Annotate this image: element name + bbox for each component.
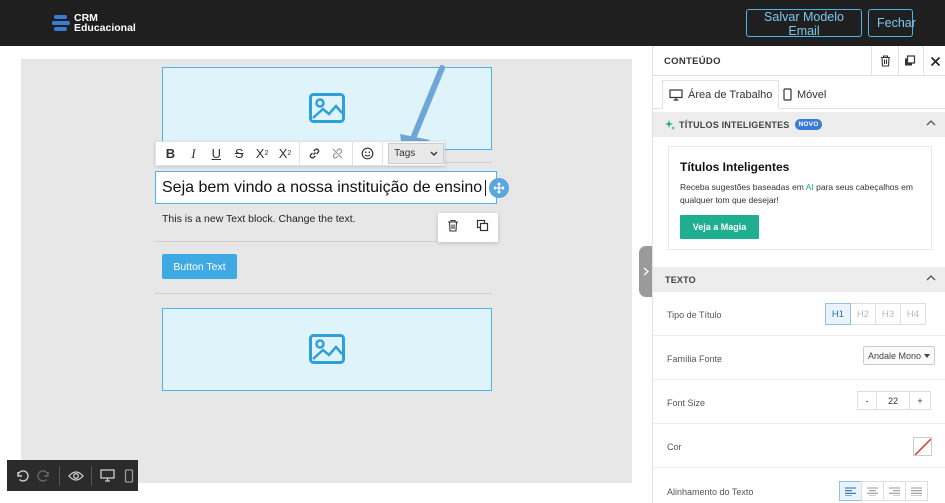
font-size-input[interactable]: 22 [876,391,910,410]
text-align-row: Alinhamento do Texto [653,468,945,503]
text-align-label: Alinhamento do Texto [667,487,754,497]
heading-block[interactable]: Seja bem vindo a nossa instituição de en… [155,171,497,204]
properties-panel: CONTEÚDO Área de Trabalho Móvel TÍTULOS … [652,46,945,503]
smart-titles-card: Títulos Inteligentes Receba sugestões ba… [668,146,932,250]
redo-icon[interactable] [35,466,54,486]
color-label: Cor [667,442,682,452]
font-size-stepper: - 22 + [857,391,931,410]
sparkle-icon [665,119,675,130]
heading-type-h2[interactable]: H2 [850,303,876,325]
chevron-down-icon [430,151,438,156]
mobile-icon [783,88,792,101]
heading-type-label: Tipo de Título [667,310,722,320]
heading-type-row: Tipo de Título H1 H2 H3 H4 [653,292,945,336]
font-size-label: Font Size [667,398,706,408]
unlink-icon[interactable] [326,142,349,165]
bottom-toolbar [7,460,138,491]
align-left-icon[interactable] [839,481,862,501]
paragraph-text[interactable]: This is a new Text block. Change the tex… [162,213,356,225]
font-family-value: Andale Mono [868,350,922,361]
tab-mobile[interactable]: Móvel [777,80,832,109]
heading-type-selector: H1 H2 H3 H4 [825,303,926,325]
text-cursor [485,179,487,196]
heading-type-h4[interactable]: H4 [900,303,926,325]
delete-block-icon[interactable] [447,219,459,237]
block-actions-popover [438,213,498,242]
align-right-icon[interactable] [883,481,906,501]
bold-icon[interactable]: B [159,142,182,165]
close-panel-icon[interactable] [927,53,943,69]
duplicate-block-icon[interactable] [476,219,489,237]
chevron-up-icon [926,120,936,126]
duplicate-icon[interactable] [902,53,918,69]
close-button[interactable]: Fechar [868,9,916,37]
font-size-row: Font Size - 22 + [653,380,945,424]
text-align-selector [839,481,928,501]
tags-label: Tags [394,148,416,159]
smart-titles-section-header[interactable]: TÍTULOS INTELIGENTES NOVO [653,112,945,137]
align-justify-icon[interactable] [905,481,928,501]
email-cta-button[interactable]: Button Text [162,254,237,279]
underline-icon[interactable]: U [205,142,228,165]
heading-text[interactable]: Seja bem vindo a nossa instituição de en… [162,179,482,196]
move-handle-icon[interactable] [489,178,509,198]
text-section-header[interactable]: TEXTO [653,267,945,292]
tab-desktop-label: Área de Trabalho [688,88,773,101]
mobile-view-icon[interactable] [119,466,138,486]
font-family-dropdown[interactable]: Andale Mono [863,346,936,365]
save-template-button[interactable]: Salvar Modelo Email [746,9,862,38]
panel-title: CONTEÚDO [664,56,721,67]
emoji-icon[interactable] [356,142,379,165]
preview-eye-icon[interactable] [66,466,85,486]
no-color-icon [914,438,931,455]
view-tabs: Área de Trabalho Móvel [653,76,945,109]
italic-icon[interactable]: I [182,142,205,165]
undo-icon[interactable] [13,466,32,486]
divider [155,293,492,294]
image-placeholder-icon [309,334,345,364]
image-block-bottom[interactable] [162,308,492,391]
email-canvas [21,59,632,483]
new-badge: NOVO [794,119,823,130]
text-format-toolbar: B I U S X2 X2 Tags [155,141,445,166]
tab-desktop[interactable]: Área de Trabalho [662,80,780,109]
align-center-icon[interactable] [861,481,884,501]
chevron-up-icon [926,275,936,281]
card-title: Títulos Inteligentes [680,160,790,174]
image-placeholder-icon [309,93,345,123]
smart-titles-section-label: TÍTULOS INTELIGENTES [679,119,790,130]
text-section-label: TEXTO [665,274,696,285]
brand-line2: Educacional [74,22,136,34]
chevron-right-icon [643,267,649,276]
font-size-decrease-button[interactable]: - [857,391,877,410]
color-row: Cor [653,424,945,468]
desktop-icon [669,88,683,101]
desktop-view-icon[interactable] [98,466,117,486]
heading-type-h1[interactable]: H1 [825,303,851,325]
superscript-icon[interactable]: X2 [251,142,274,165]
tab-mobile-label: Móvel [797,88,827,101]
brand-logo: CRM Educacional [52,13,136,33]
trash-icon[interactable] [877,53,893,69]
see-magic-button[interactable]: Veja a Magia [680,215,759,239]
card-description: Receba sugestões baseadas em AI para seu… [680,182,913,205]
caret-down-icon [924,353,931,358]
collapse-panel-tab[interactable] [639,246,653,297]
tags-dropdown[interactable]: Tags [388,143,444,164]
top-bar: CRM Educacional Salvar Modelo Email Fech… [0,0,945,46]
font-size-increase-button[interactable]: + [909,391,931,410]
subscript-icon[interactable]: X2 [274,142,297,165]
editor-canvas-area [0,46,652,503]
font-family-label: Família Fonte [667,354,723,364]
color-swatch[interactable] [913,437,932,456]
heading-type-h3[interactable]: H3 [875,303,901,325]
logo-icon [52,14,70,32]
link-icon[interactable] [303,142,326,165]
font-family-row: Família Fonte Andale Mono [653,336,945,380]
panel-header: CONTEÚDO [653,46,945,76]
strikethrough-icon[interactable]: S [228,142,251,165]
